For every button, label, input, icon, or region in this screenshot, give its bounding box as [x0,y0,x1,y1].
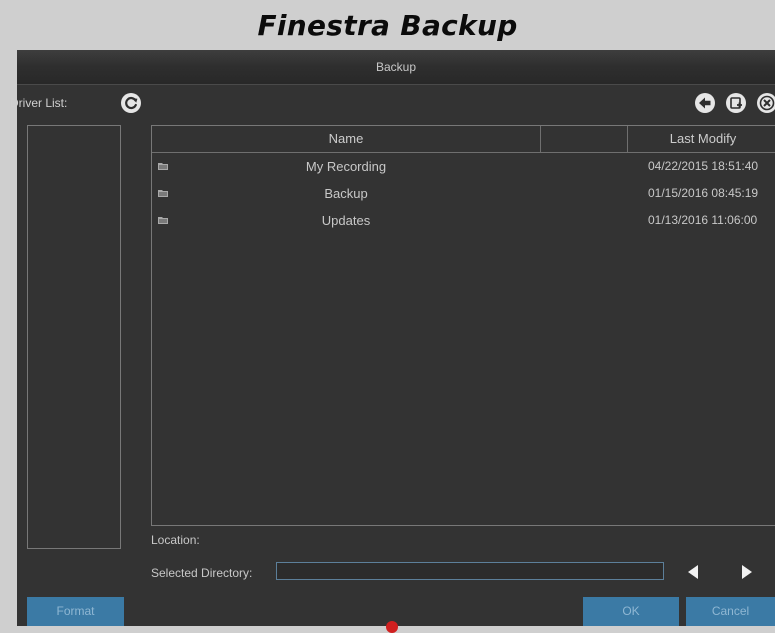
driver-list-label: Driver List: [10,96,68,110]
column-header-blank[interactable] [541,126,628,153]
file-name: Updates [321,213,371,228]
location-label: Location: [151,533,200,547]
next-arrow-icon[interactable] [738,563,754,581]
cancel-button[interactable]: Cancel [686,597,775,626]
file-last-modify: 01/15/2016 08:45:19 [648,186,759,200]
driver-list-panel[interactable] [27,125,121,549]
file-name: Backup [324,186,368,201]
new-folder-icon[interactable] [725,92,747,114]
ok-button[interactable]: OK [583,597,679,626]
selected-directory-label: Selected Directory: [151,566,253,580]
window-title: Backup [17,50,775,85]
selected-directory-input[interactable] [276,562,664,580]
column-header-last-modify[interactable]: Last Modify [628,126,775,153]
refresh-icon[interactable] [120,92,142,114]
format-button[interactable]: Format [27,597,124,626]
table-row[interactable]: Updates 01/13/2016 11:06:00 [152,207,775,234]
caption-title: Finestra Backup [257,9,518,42]
file-last-modify: 04/22/2015 18:51:40 [648,159,759,173]
file-table[interactable]: Name Last Modify My Recording 04/22/2015… [151,125,775,526]
table-row[interactable]: My Recording 04/22/2015 18:51:40 [152,153,775,180]
status-indicator [386,621,398,633]
file-last-modify: 01/13/2016 11:06:00 [648,213,758,227]
column-header-name[interactable]: Name [152,126,541,153]
previous-arrow-icon[interactable] [686,563,702,581]
file-name: My Recording [305,159,387,174]
table-row[interactable]: Backup 01/15/2016 08:45:19 [152,180,775,207]
delete-icon[interactable] [756,92,775,114]
back-arrow-icon[interactable] [694,92,716,114]
